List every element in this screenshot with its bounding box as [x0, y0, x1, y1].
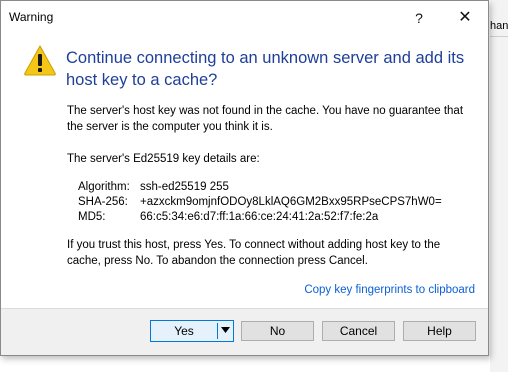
yes-button[interactable]: Yes [151, 321, 217, 341]
warning-triangle-icon [23, 44, 57, 76]
cancel-button[interactable]: Cancel [322, 321, 395, 341]
detail-value: +azxckm9omjnfODOy8LklAQ6GM2Bxx95RPseCPS7… [140, 196, 442, 208]
detail-key: Algorithm: [78, 181, 130, 193]
dialog-content: Continue connecting to an unknown server… [1, 34, 488, 309]
no-button[interactable]: No [241, 321, 314, 341]
detail-value: 66:c5:34:e6:d7:ff:1a:66:ce:24:41:2a:52:f… [140, 211, 379, 223]
background-window: hang [490, 0, 508, 372]
detail-key: SHA-256: [78, 196, 128, 208]
title-bar: Warning ? ✕ [1, 1, 488, 34]
help-button[interactable]: Help [403, 321, 476, 341]
copy-fingerprints-link[interactable]: Copy key fingerprints to clipboard [304, 284, 475, 296]
background-divider [490, 36, 508, 37]
button-bar: Yes No Cancel Help [1, 308, 488, 355]
key-details-label: The server's Ed25519 key details are: [67, 153, 260, 165]
detail-md5: MD5: 66:c5:34:e6:d7:ff:1a:66:ce:24:41:2a:… [78, 210, 378, 224]
instructions-text: If you trust this host, press Yes. To co… [67, 239, 441, 267]
yes-split-button: Yes [150, 320, 234, 342]
close-icon[interactable]: ✕ [445, 5, 485, 31]
background-window-text: hang [490, 20, 508, 32]
detail-key: MD5: [78, 211, 106, 223]
dialog-heading: Continue connecting to an unknown server… [66, 49, 465, 89]
warning-dialog: Warning ? ✕ Continue connecting to an un… [0, 0, 489, 356]
help-icon[interactable]: ? [399, 5, 439, 31]
detail-sha256: SHA-256: +azxckm9omjnfODOy8LklAQ6GM2Bxx95… [78, 195, 442, 209]
detail-algorithm: Algorithm: ssh-ed25519 255 [78, 180, 229, 194]
dropdown-arrow-icon[interactable] [218, 321, 233, 341]
dialog-title: Warning [9, 10, 54, 24]
detail-value: ssh-ed25519 255 [140, 181, 229, 193]
host-key-message: The server's host key was not found in t… [67, 105, 464, 133]
